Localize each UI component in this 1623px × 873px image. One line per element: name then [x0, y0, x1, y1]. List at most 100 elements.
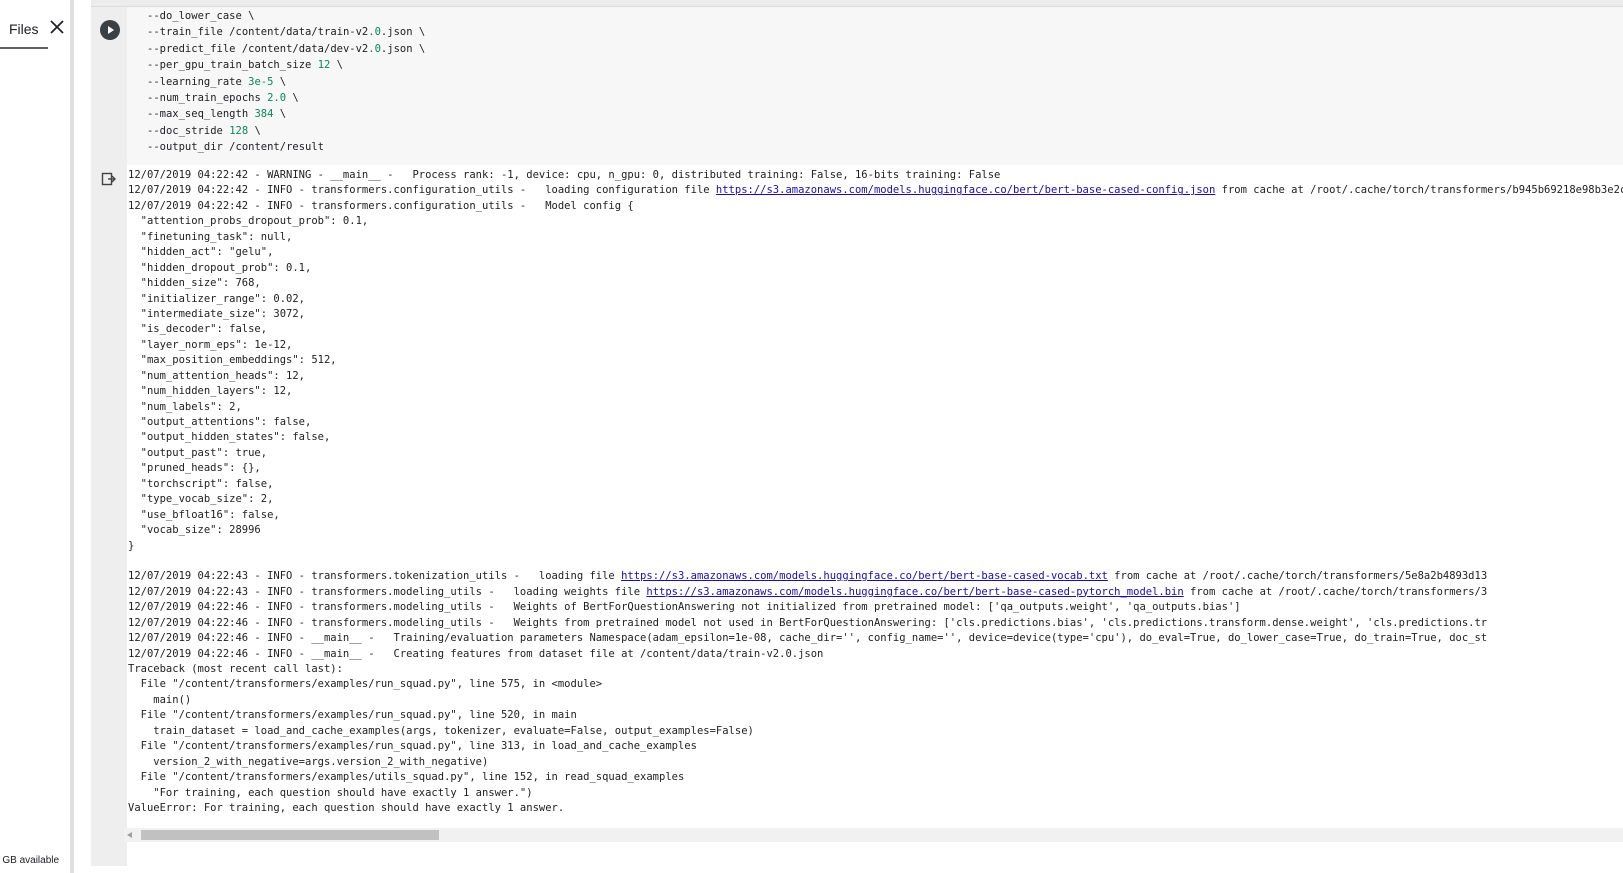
code-rest: \: [286, 92, 299, 105]
output-line: "use_bfloat16": false,: [128, 508, 1623, 523]
output-line: "intermediate_size": 3072,: [128, 307, 1623, 322]
output-text-segment: 12/07/2019 04:22:46 - INFO - transformer…: [128, 601, 1241, 614]
scroll-left-arrow-icon[interactable]: [127, 832, 132, 838]
output-text-segment: 12/07/2019 04:22:43 - INFO - transformer…: [128, 570, 622, 583]
output-line: ValueError: For training, each question …: [128, 801, 1623, 816]
output-text-segment: Traceback (most recent call last):: [128, 663, 343, 675]
output-link[interactable]: https://s3.amazonaws.com/models.huggingf…: [716, 184, 1215, 196]
code-rest: .json \: [380, 26, 426, 39]
output-line: File "/content/transformers/examples/uti…: [128, 770, 1623, 785]
output-line: "torchscript": false,: [128, 477, 1623, 492]
output-text-segment: "is_decoder": false,: [128, 323, 268, 336]
output-text-segment: "num_hidden_layers": 12,: [128, 385, 293, 398]
output-line: File "/content/transformers/examples/run…: [128, 677, 1623, 692]
output-text-segment: File "/content/transformers/examples/run…: [128, 678, 603, 691]
code-text: --output_dir /content/result: [147, 141, 325, 154]
output-text-segment: from cache at /root/.cache/torch/transfo…: [1107, 570, 1488, 583]
output-arrow-icon[interactable]: [101, 172, 117, 186]
output-line: 12/07/2019 04:22:46 - INFO - __main__ - …: [128, 631, 1623, 646]
output-text-segment: "max_position_embeddings": 512,: [128, 354, 337, 367]
output-line: "output_hidden_states": false,: [128, 430, 1623, 445]
output-text-segment: File "/content/transformers/examples/run…: [128, 740, 697, 753]
output-line: "num_hidden_layers": 12,: [128, 384, 1623, 399]
code-rest: \: [273, 108, 287, 121]
output-text-segment: 12/07/2019 04:22:42 - INFO - transformer…: [128, 199, 634, 212]
code-line: --predict_file /content/data/dev-v2.0.js…: [147, 41, 425, 57]
output-line: "hidden_dropout_prob": 0.1,: [128, 261, 1623, 276]
output-line: "hidden_size": 768,: [128, 276, 1623, 291]
output-text-segment: "layer_norm_eps": 1e-12,: [128, 338, 293, 351]
output-text-segment: "output_hidden_states": false,: [128, 431, 331, 444]
output-text-segment: 12/07/2019 04:22:43 - INFO - transformer…: [128, 585, 647, 598]
output-text-segment: 12/07/2019 04:22:42 - INFO - transformer…: [128, 184, 716, 197]
code-line: --doc_stride 128 \: [147, 123, 425, 139]
code-text: --per_gpu_train_batch_size: [147, 59, 318, 72]
output-text-segment: File "/content/transformers/examples/uti…: [128, 771, 685, 784]
output-line: "hidden_act": "gelu",: [128, 245, 1623, 260]
close-icon[interactable]: [50, 20, 64, 34]
output-text-segment: "type_vocab_size": 2,: [128, 493, 274, 506]
output-text: 12/07/2019 04:22:42 - WARNING - __main__…: [128, 168, 1623, 816]
code-line: --train_file /content/data/train-v2.0.js…: [147, 24, 425, 40]
output-line: Traceback (most recent call last):: [128, 662, 1623, 677]
code-number: 2.0: [267, 92, 287, 105]
horizontal-scrollbar[interactable]: [124, 828, 1623, 842]
output-line: "output_attentions": false,: [128, 415, 1623, 430]
scrollbar-thumb[interactable]: [141, 830, 439, 840]
output-text-segment: from cache at /root/.cache/torch/transfo…: [1221, 184, 1623, 197]
output-line: "pruned_heads": {},: [128, 461, 1623, 476]
output-text-segment: "hidden_size": 768,: [128, 277, 261, 290]
output-text-segment: main(): [128, 693, 192, 706]
output-line: "type_vocab_size": 2,: [128, 492, 1623, 507]
code-number: 384: [254, 108, 274, 121]
output-text-segment: from cache at /root/.cache/torch/transfo…: [1183, 585, 1488, 598]
tab-files[interactable]: Files: [0, 15, 48, 49]
output-line: 12/07/2019 04:22:42 - INFO - transformer…: [128, 183, 1623, 198]
panel-gap: [74, 0, 91, 873]
output-line: File "/content/transformers/examples/run…: [128, 739, 1623, 754]
output-line: "num_attention_heads": 12,: [128, 369, 1623, 384]
output-line: "max_position_embeddings": 512,: [128, 353, 1623, 368]
output-text-segment: 12/07/2019 04:22:46 - INFO - transformer…: [128, 616, 1488, 629]
output-line: train_dataset = load_and_cache_examples(…: [128, 724, 1623, 739]
code-text: --max_seq_length: [147, 108, 255, 121]
code-line: --learning_rate 3e-5 \: [147, 74, 425, 90]
output-text-segment: "pruned_heads": {},: [128, 462, 261, 475]
disk-space-label: 0 GB available: [0, 855, 60, 866]
code-line: --output_dir /content/result: [147, 139, 425, 155]
output-line: }: [128, 539, 1623, 554]
output-text-segment: 12/07/2019 04:22:46 - INFO - __main__ - …: [128, 647, 824, 660]
code-rest: \: [248, 124, 261, 137]
output-text-segment: "initializer_range": 0.02,: [128, 292, 306, 305]
files-side-panel: Files 0 GB available: [0, 0, 70, 873]
code-text: --doc_stride: [147, 124, 230, 137]
output-link[interactable]: https://s3.amazonaws.com/models.huggingf…: [646, 586, 1183, 598]
output-text-segment: "output_attentions": false,: [128, 416, 312, 428]
output-line: 12/07/2019 04:22:42 - INFO - transformer…: [128, 199, 1623, 214]
output-line: 12/07/2019 04:22:46 - INFO - __main__ - …: [128, 647, 1623, 662]
code-number: 3e-5: [248, 75, 274, 88]
output-line: "output_past": true,: [128, 446, 1623, 461]
code-rest: \: [273, 75, 287, 88]
output-text-segment: "output_past": true,: [128, 446, 268, 459]
code-rest: .json \: [380, 42, 426, 55]
output-line: "attention_probs_dropout_prob": 0.1,: [128, 214, 1623, 229]
output-link[interactable]: https://s3.amazonaws.com/models.huggingf…: [621, 570, 1108, 582]
code-text: --predict_file /content/data/dev-v2: [147, 42, 369, 55]
output-line: "vocab_size": 28996: [128, 523, 1623, 538]
notebook-window: Files 0 GB available --do_lower_case \ --…: [0, 0, 1623, 873]
run-cell-button[interactable]: [100, 20, 120, 40]
output-text-segment: "For training, each question should have…: [128, 786, 533, 799]
files-tab-label: Files: [9, 21, 39, 37]
output-line: 12/07/2019 04:22:46 - INFO - transformer…: [128, 616, 1623, 631]
output-text-segment: "hidden_dropout_prob": 0.1,: [128, 261, 312, 274]
code-line: --do_lower_case \: [147, 8, 425, 24]
output-text-segment: "vocab_size": 28996: [128, 524, 261, 537]
output-line: 12/07/2019 04:22:42 - WARNING - __main__…: [128, 168, 1623, 183]
output-text-segment: }: [128, 539, 135, 552]
code-text: --learning_rate: [147, 75, 249, 88]
output-text-segment: "num_labels": 2,: [128, 400, 242, 413]
output-text-segment: "attention_probs_dropout_prob": 0.1,: [128, 215, 369, 228]
code-editor[interactable]: --do_lower_case \ --train_file /content/d…: [127, 7, 1623, 165]
